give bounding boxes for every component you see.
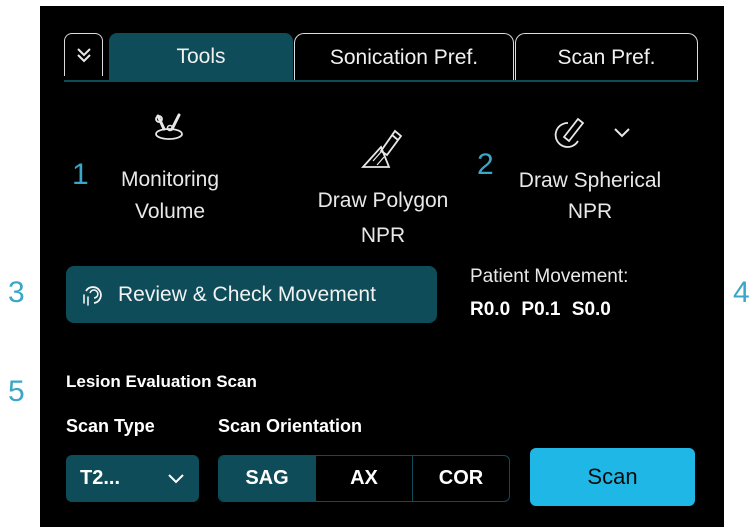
chevron-down-icon[interactable] (613, 127, 631, 139)
draw-polygon-label-1: Draw Polygon (317, 189, 449, 212)
tab-scan-pref[interactable]: Scan Pref. (515, 33, 698, 81)
scan-type-value: T2... (80, 467, 121, 489)
lesion-evaluation-title: Lesion Evaluation Scan (66, 372, 257, 391)
tab-underline (64, 80, 698, 82)
monitoring-volume-label-2: Volume (134, 200, 206, 223)
tab-sonication-pref[interactable]: Sonication Pref. (294, 33, 514, 81)
review-check-movement-label: Review & Check Movement (118, 282, 376, 306)
draw-spherical-icon (554, 117, 585, 148)
scan-button[interactable]: Scan (530, 448, 695, 506)
draw-spherical-label-1: Draw Spherical (518, 169, 662, 192)
scan-orientation-segmented-control: SAG AX COR (218, 455, 510, 502)
orientation-ax[interactable]: AX (315, 456, 412, 501)
orientation-sag[interactable]: SAG (219, 456, 315, 501)
draw-spherical-label-2: NPR (567, 200, 613, 223)
scan-orientation-label: Scan Orientation (218, 416, 363, 436)
scan-type-label: Scan Type (66, 416, 155, 436)
monitoring-volume-tool[interactable]: Monitoring Volume (100, 112, 240, 232)
patient-movement-label: Patient Movement: (470, 266, 629, 287)
review-movement-icon (83, 285, 102, 306)
annotation-5: 5 (8, 375, 25, 408)
chevron-down-icon (168, 473, 184, 483)
draw-polygon-npr-tool[interactable]: Draw Polygon NPR (293, 125, 473, 255)
draw-spherical-npr-tool[interactable]: Draw Spherical NPR (505, 115, 675, 225)
double-chevron-down-icon (76, 48, 91, 63)
monitoring-volume-icon (155, 113, 183, 140)
orientation-cor[interactable]: COR (412, 456, 509, 501)
annotation-1: 1 (72, 158, 89, 191)
patient-movement-values: R0.0 P0.1 S0.0 (470, 299, 611, 320)
scan-type-select[interactable]: T2... (66, 455, 199, 502)
monitoring-volume-label-1: Monitoring (120, 168, 220, 191)
annotation-3: 3 (8, 276, 25, 309)
draw-polygon-icon (360, 129, 403, 168)
draw-polygon-label-2: NPR (360, 224, 406, 247)
annotation-4: 4 (733, 276, 750, 309)
review-check-movement-button[interactable]: Review & Check Movement (66, 266, 437, 323)
annotation-2: 2 (477, 148, 494, 181)
collapse-tabs-button[interactable] (64, 33, 103, 76)
tab-tools[interactable]: Tools (109, 33, 293, 81)
